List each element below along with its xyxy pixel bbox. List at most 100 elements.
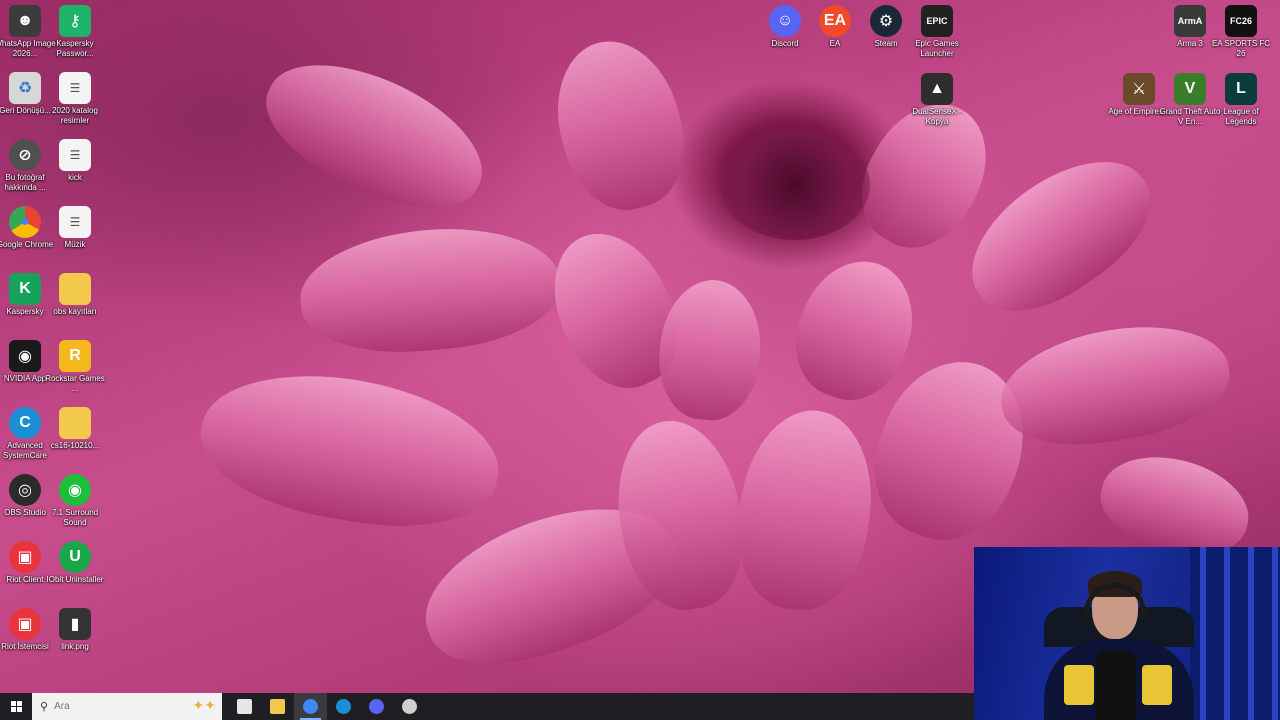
desktop-icon[interactable]: cs16-10210... [44,407,106,451]
taskbar-search[interactable]: ⚲ ✦✦ [32,693,222,720]
desktop-icon[interactable]: obs kayıtları [44,273,106,317]
desktop-icon[interactable]: ⚷ Kaspersky Passwor... [44,5,106,59]
desktop-icon-label: EA SPORTS FC 26 [1211,39,1271,58]
copilot-sparkle-icon: ✦✦ [192,697,216,713]
obs-taskbar-icon [402,699,417,714]
desktop-icon[interactable]: ◉ 7.1 Surround Sound [44,474,106,528]
wallpaper-petal [295,218,565,362]
desktop-icon-label: NVIDIA App [3,374,47,383]
desktop-icon[interactable]: L League of Legends [1210,73,1272,127]
webcam-person-shirt [1096,651,1136,720]
desktop-icon-label: Discord [771,39,799,48]
taskbar-button[interactable] [327,693,360,720]
webcam-jacket-patch [1142,665,1172,705]
wallpaper-petal [654,275,766,425]
desktop-icon[interactable]: FC26 EA SPORTS FC 26 [1210,5,1272,59]
flower-center [720,130,870,240]
desktop-icon[interactable]: EPIC Epic Games Launcher [906,5,968,59]
desktop-icon[interactable]: U IObit Uninstaller [44,541,106,585]
desktop-icon-label: Kaspersky Passwor... [56,39,94,58]
task-view-icon [237,699,252,714]
desktop-icon-label: Kaspersky [6,307,44,316]
taskbar-button[interactable] [393,693,426,720]
taskbar-button[interactable] [261,693,294,720]
info-camera-icon: ⊘ [9,139,41,171]
desktop-icon[interactable]: ▮ link.png [44,608,106,652]
desktop-icon[interactable]: R Rockstar Games ... [44,340,106,394]
desktop-icon-label: cs16-10210... [50,441,100,450]
discord-icon: ☺ [769,5,801,37]
age-of-empires-icon: ⚔ [1123,73,1155,105]
wallpaper-petal [992,310,1238,460]
ea-icon: EA [819,5,851,37]
taskbar-apps [228,693,426,720]
desktop-icon-label: OBS Studio [4,508,46,517]
desktop-icon-label: Arma 3 [1177,39,1203,48]
league-icon: L [1225,73,1257,105]
chrome-icon: ● [9,206,41,238]
folder-icon [59,407,91,439]
desktop-icon-label: Riot İstemcisi [1,642,49,651]
fc26-icon: FC26 [1225,5,1257,37]
rockstar-icon: R [59,340,91,372]
riot-icon: ▣ [9,608,41,640]
desktop-icon-label: Rockstar Games ... [45,374,105,393]
desktop-icon-label: DualSenseX - Kopya [912,107,962,126]
desktop-icon-label: Müzik [64,240,86,249]
arma-icon: ArmA [1174,5,1206,37]
wallpaper-petal [190,355,510,545]
desktop-icon[interactable]: ▲ DualSenseX - Kopya [906,73,968,127]
desktop-icon-label: obs kayıtları [53,307,97,316]
desktop-icon-label: IObit Uninstaller [46,575,104,584]
systemcare-icon [336,699,351,714]
desktop-icon[interactable]: ☰ Müzik [44,206,106,250]
search-icon: ⚲ [40,701,49,713]
taskbar-button[interactable] [294,693,327,720]
discord-taskbar-icon [369,699,384,714]
document-icon: ☰ [59,206,91,238]
desktop-icon-label: Steam [874,39,898,48]
systemcare-icon: C [9,407,41,439]
desktop-icon-label: kick [68,173,82,182]
riot-icon: ▣ [9,541,41,573]
webcam-background-curtain [1190,547,1280,720]
recycle-bin-icon: ♻ [9,72,41,104]
desktop-icon-label: link.png [61,642,89,651]
desktop-icon-label: League of Legends [1223,107,1259,126]
desktop-icon-label: Riot Client [6,575,44,584]
wallpaper-petal [726,401,884,619]
steam-icon: ⚙ [870,5,902,37]
iobit-icon: U [59,541,91,573]
desktop-icon-label: Epic Games Launcher [915,39,959,58]
document-icon: ☰ [59,72,91,104]
webcam-overlay [974,547,1280,720]
epic-games-icon: EPIC [921,5,953,37]
nvidia-icon: ◉ [9,340,41,372]
file-explorer-icon [270,699,285,714]
desktop-icon-label: 7.1 Surround Sound [51,508,99,527]
wallpaper-petal [247,36,503,234]
image-file-icon: ▮ [59,608,91,640]
taskbar-button[interactable] [360,693,393,720]
desktop-icon[interactable]: ☰ kick [44,139,106,183]
dualsensex-icon: ▲ [921,73,953,105]
obs-icon: ◎ [9,474,41,506]
desktop-icon-label: EA [829,39,841,48]
search-input[interactable] [54,701,175,712]
taskbar: ⚲ ✦✦ [0,693,974,720]
wallpaper-petal [540,27,700,223]
kaspersky-password-icon: ⚷ [59,5,91,37]
photo-thumbnail-icon: ☻ [9,5,41,37]
chrome-icon [303,699,318,714]
desktop-icon[interactable]: ☰ 2020 katalog resimler [44,72,106,126]
desktop-icon-label: 2020 katalog resimler [52,106,98,125]
gta-v-icon: V [1174,73,1206,105]
folder-icon [59,273,91,305]
document-icon: ☰ [59,139,91,171]
taskbar-button[interactable] [228,693,261,720]
windows-logo-icon [10,701,22,712]
surround-sound-icon: ◉ [59,474,91,506]
kaspersky-icon: K [9,273,41,305]
webcam-jacket-patch [1064,665,1094,705]
start-button[interactable] [0,693,32,720]
